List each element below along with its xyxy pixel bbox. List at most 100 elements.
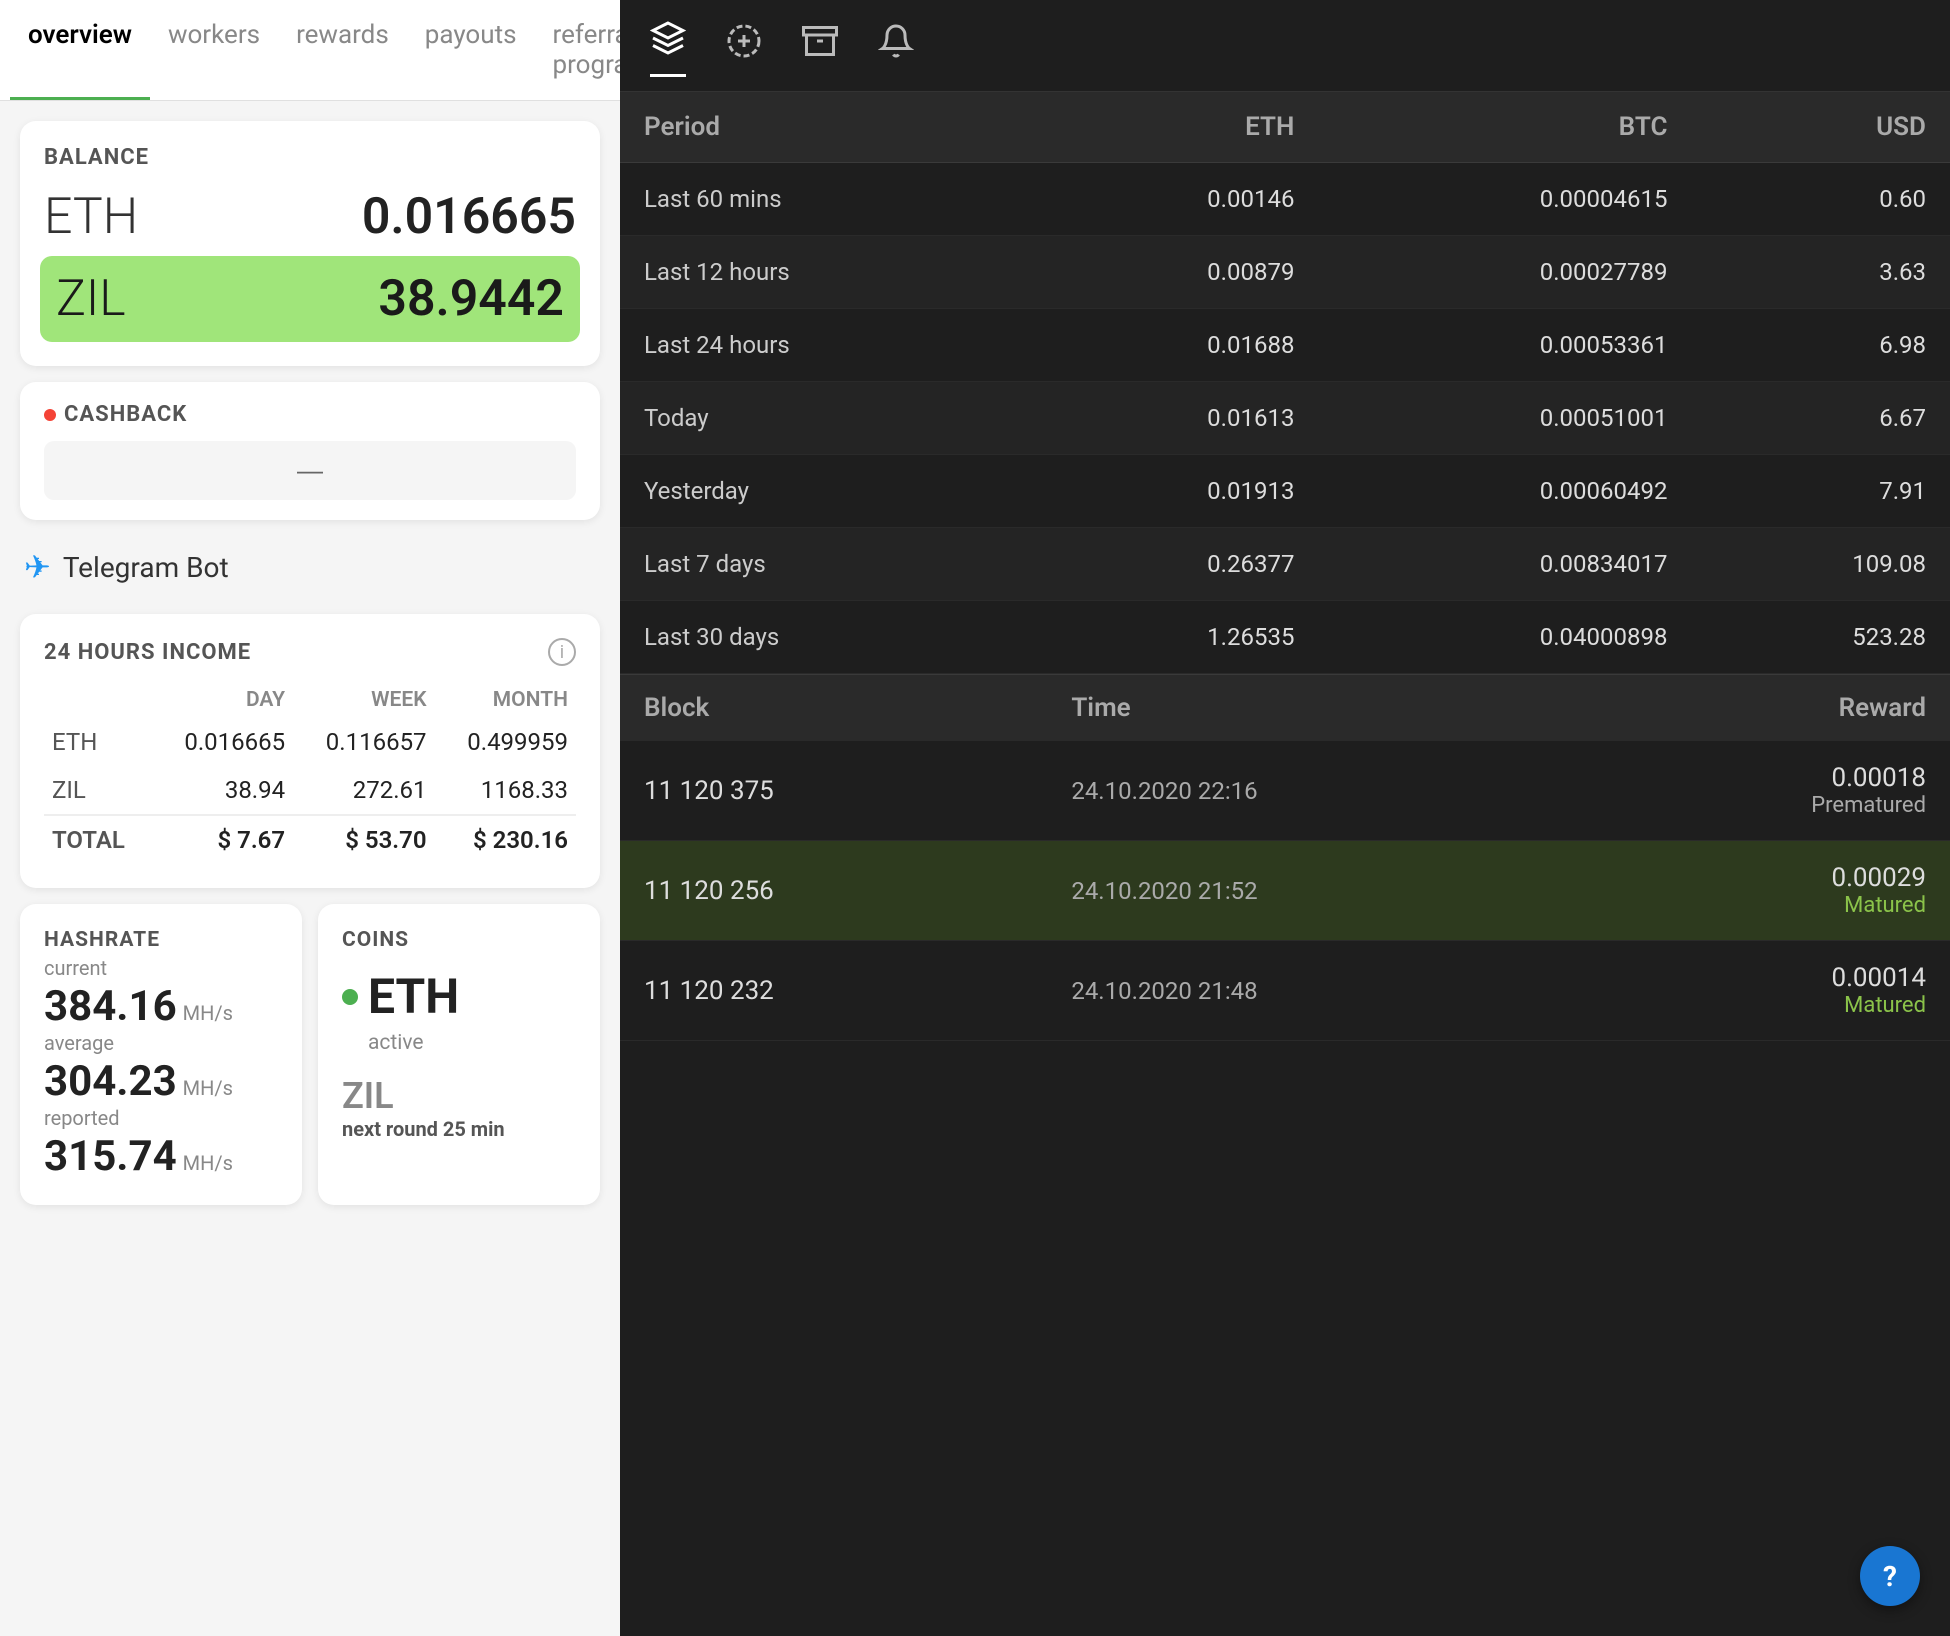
earnings-usd-5: 109.08	[1691, 528, 1950, 601]
earnings-period-5: Last 7 days	[620, 528, 1031, 601]
earnings-period-2: Last 24 hours	[620, 309, 1031, 382]
blocks-col-time: Time	[1071, 693, 1498, 723]
earnings-btc-0: 0.00004615	[1318, 163, 1691, 236]
income-zil-day: 38.94	[152, 766, 293, 815]
earnings-btc-3: 0.00051001	[1318, 382, 1691, 455]
earnings-usd-1: 3.63	[1691, 236, 1950, 309]
earnings-eth-1: 0.00879	[1031, 236, 1318, 309]
block-time-2: 24.10.2020 21:48	[1071, 977, 1498, 1005]
reward-amount-2: 0.00014	[1499, 963, 1926, 993]
cashback-card: CASHBACK	[20, 382, 600, 520]
block-row-2: 11 120 232 24.10.2020 21:48 0.00014 Matu…	[620, 941, 1950, 1041]
income-col-month: MONTH	[435, 682, 576, 718]
earnings-row: Last 30 days 1.26535 0.04000898 523.28	[620, 601, 1950, 674]
telegram-icon: ✈	[24, 548, 51, 586]
income-row-total: TOTAL $ 7.67 $ 53.70 $ 230.16	[44, 815, 576, 864]
eth-currency: ETH	[44, 188, 138, 246]
income-header: 24 HOURS INCOME i	[44, 638, 576, 666]
earnings-period-3: Today	[620, 382, 1031, 455]
coins-label: COINS	[342, 928, 576, 952]
layers-icon[interactable]	[650, 20, 686, 71]
earnings-eth-4: 0.01913	[1031, 455, 1318, 528]
archive-icon[interactable]	[802, 23, 838, 68]
earnings-btc-4: 0.00060492	[1318, 455, 1691, 528]
tab-workers[interactable]: workers	[150, 0, 278, 100]
earnings-row: Last 7 days 0.26377 0.00834017 109.08	[620, 528, 1950, 601]
income-row-zil: ZIL 38.94 272.61 1168.33	[44, 766, 576, 815]
zil-amount: 38.9442	[378, 270, 564, 328]
tab-payouts[interactable]: payouts	[407, 0, 535, 100]
income-eth-label: ETH	[44, 718, 152, 766]
hashrate-average-unit: MH/s	[183, 1076, 233, 1100]
hashrate-card: HASHRATE current 384.16 MH/s average 304…	[20, 904, 302, 1205]
block-reward-2: 0.00014 Matured	[1499, 963, 1926, 1018]
coin-eth-status: active	[368, 1031, 576, 1055]
info-icon[interactable]: i	[548, 638, 576, 666]
coins-card: COINS ETH active ZIL next round 25 min	[318, 904, 600, 1205]
hashrate-label: HASHRATE	[44, 928, 278, 952]
tab-overview[interactable]: overview	[10, 0, 150, 100]
income-col-day: DAY	[152, 682, 293, 718]
hashrate-average-value: 304.23 MH/s	[44, 1057, 278, 1106]
earnings-usd-3: 6.67	[1691, 382, 1950, 455]
earnings-eth-0: 0.00146	[1031, 163, 1318, 236]
earnings-eth-3: 0.01613	[1031, 382, 1318, 455]
block-number-0: 11 120 375	[644, 776, 1071, 806]
earnings-period-1: Last 12 hours	[620, 236, 1031, 309]
income-zil-week: 272.61	[293, 766, 434, 815]
cashback-input[interactable]	[44, 441, 576, 500]
income-zil-label: ZIL	[44, 766, 152, 815]
hashrate-reported-label: reported	[44, 1106, 278, 1130]
income-row-eth: ETH 0.016665 0.116657 0.499959	[44, 718, 576, 766]
tab-rewards[interactable]: rewards	[278, 0, 407, 100]
hashrate-reported-value: 315.74 MH/s	[44, 1132, 278, 1181]
right-content: Period ETH BTC USD Last 60 mins 0.00146 …	[620, 92, 1950, 1636]
earnings-btc-1: 0.00027789	[1318, 236, 1691, 309]
zil-currency: ZIL	[56, 270, 126, 328]
earnings-btc-5: 0.00834017	[1318, 528, 1691, 601]
tab-referral[interactable]: referral program	[535, 0, 620, 100]
hashrate-average-label: average	[44, 1031, 278, 1055]
earnings-col-eth: ETH	[1031, 92, 1318, 163]
block-time-1: 24.10.2020 21:52	[1071, 877, 1498, 905]
coin-zil-next-round: next round 25 min	[342, 1117, 576, 1141]
reward-status-0: Prematured	[1499, 793, 1926, 818]
reward-amount-0: 0.00018	[1499, 763, 1926, 793]
blocks-table-header: Block Time Reward	[620, 674, 1950, 741]
income-col-week: WEEK	[293, 682, 434, 718]
earnings-row: Last 60 mins 0.00146 0.00004615 0.60	[620, 163, 1950, 236]
blocks-col-reward: Reward	[1499, 693, 1926, 723]
income-col-coin	[44, 682, 152, 718]
income-total-week: $ 53.70	[293, 815, 434, 864]
telegram-row[interactable]: ✈ Telegram Bot	[20, 536, 600, 598]
income-title: 24 HOURS INCOME	[44, 640, 251, 665]
circle-dashed-icon[interactable]	[726, 23, 762, 68]
earnings-usd-0: 0.60	[1691, 163, 1950, 236]
right-header	[620, 0, 1950, 92]
income-table: DAY WEEK MONTH ETH 0.016665 0.116657 0.4…	[44, 682, 576, 864]
coin-zil-name: ZIL	[342, 1075, 576, 1117]
earnings-col-btc: BTC	[1318, 92, 1691, 163]
telegram-label: Telegram Bot	[63, 551, 229, 584]
income-eth-day: 0.016665	[152, 718, 293, 766]
earnings-row: Today 0.01613 0.00051001 6.67	[620, 382, 1950, 455]
earnings-col-usd: USD	[1691, 92, 1950, 163]
earnings-row: Last 12 hours 0.00879 0.00027789 3.63	[620, 236, 1950, 309]
help-button[interactable]: ?	[1860, 1546, 1920, 1606]
coin-eth-name: ETH	[368, 968, 459, 1025]
earnings-usd-2: 6.98	[1691, 309, 1950, 382]
reward-status-2: Matured	[1499, 993, 1926, 1018]
eth-balance-row: ETH 0.016665	[44, 178, 576, 256]
eth-active-dot	[342, 989, 358, 1005]
hashrate-current-value: 384.16 MH/s	[44, 982, 278, 1031]
eth-amount: 0.016665	[362, 188, 576, 246]
blocks-col-block: Block	[644, 693, 1071, 723]
right-panel: Period ETH BTC USD Last 60 mins 0.00146 …	[620, 0, 1950, 1636]
reward-status-1: Matured	[1499, 893, 1926, 918]
earnings-period-6: Last 30 days	[620, 601, 1031, 674]
earnings-btc-2: 0.00053361	[1318, 309, 1691, 382]
earnings-eth-6: 1.26535	[1031, 601, 1318, 674]
block-number-2: 11 120 232	[644, 976, 1071, 1006]
bell-icon[interactable]	[878, 23, 914, 68]
balance-label: BALANCE	[44, 145, 576, 170]
